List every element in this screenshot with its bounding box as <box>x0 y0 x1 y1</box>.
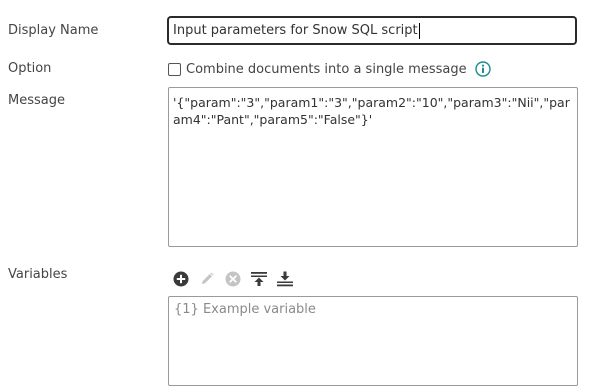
option-label: Option <box>8 61 52 76</box>
variables-toolbar <box>172 270 302 288</box>
add-circle-icon <box>173 271 189 287</box>
edit-variable-button[interactable] <box>198 270 216 288</box>
variable-item[interactable]: {1} Example variable <box>174 302 572 317</box>
display-name-value: Input parameters for Snow SQL script <box>173 23 418 38</box>
combine-documents-option: Combine documents into a single message <box>168 60 491 78</box>
message-label: Message <box>8 93 65 108</box>
move-to-bottom-button[interactable] <box>276 270 294 288</box>
message-textarea[interactable]: '{"param":"3","param1":"3","param2":"10"… <box>168 87 578 247</box>
info-circle-icon[interactable] <box>474 61 491 77</box>
move-to-top-icon <box>251 272 267 286</box>
remove-circle-icon <box>225 271 241 287</box>
combine-documents-label[interactable]: Combine documents into a single message <box>186 62 467 77</box>
text-caret <box>418 22 420 39</box>
variables-label: Variables <box>8 267 68 282</box>
edit-pencil-icon <box>202 272 214 284</box>
add-variable-button[interactable] <box>172 270 190 288</box>
display-name-input[interactable]: Input parameters for Snow SQL script <box>168 17 576 44</box>
variables-list[interactable]: {1} Example variable <box>168 296 578 386</box>
display-name-label: Display Name <box>8 23 99 38</box>
combine-documents-checkbox[interactable] <box>168 62 181 76</box>
move-to-bottom-icon <box>277 271 293 287</box>
move-to-top-button[interactable] <box>250 270 268 288</box>
remove-variable-button[interactable] <box>224 270 242 288</box>
